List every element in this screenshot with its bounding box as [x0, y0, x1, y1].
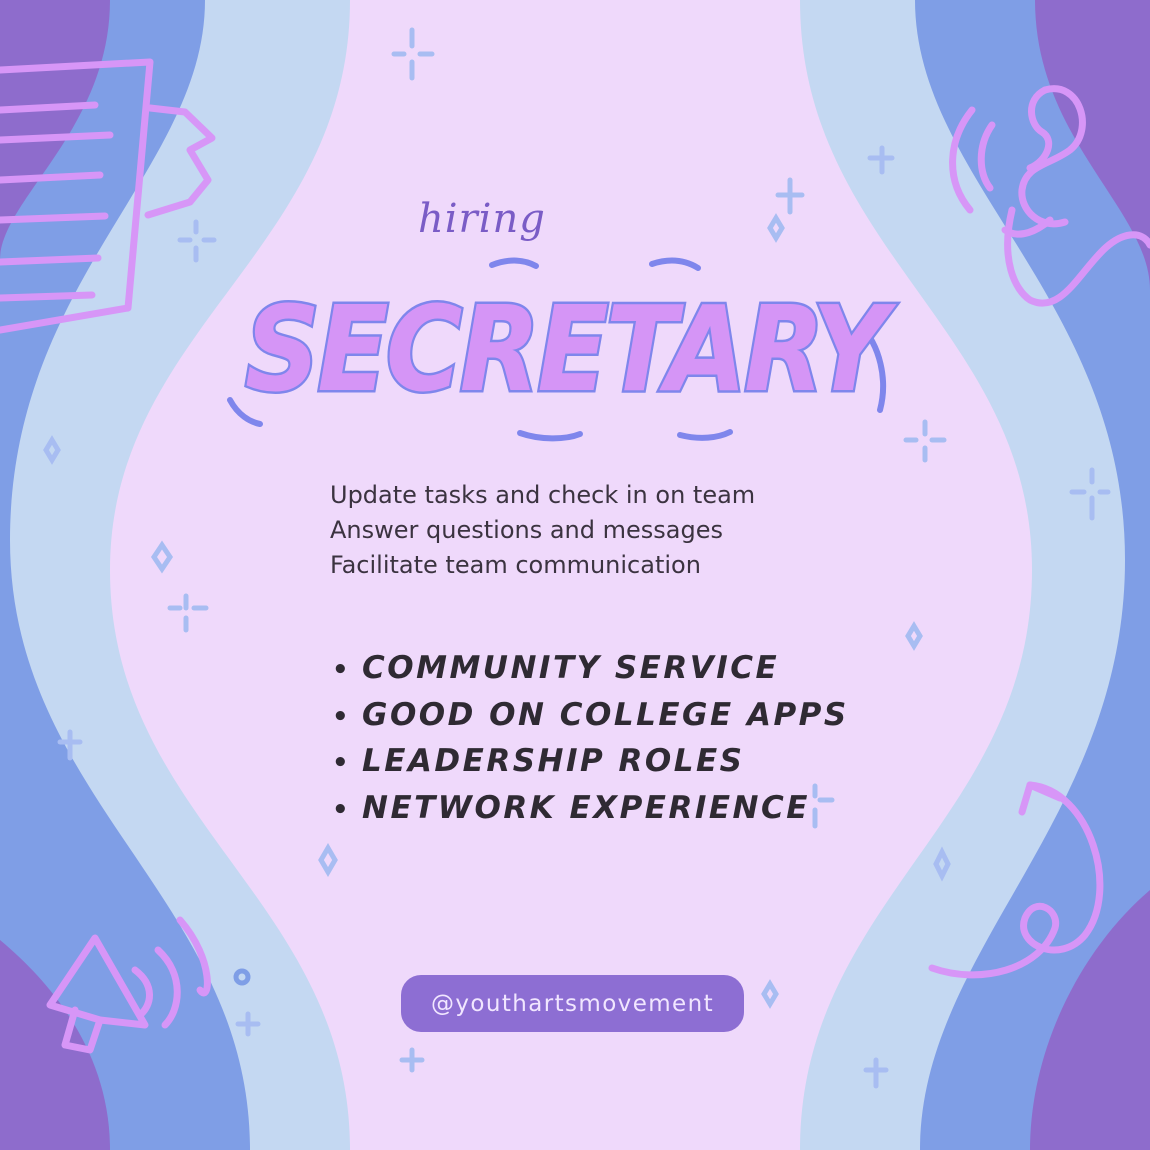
bullet-icon: • [332, 701, 352, 732]
social-handle-label: @youthartsmovement [431, 990, 714, 1017]
benefit-item: • COMMUNITY SERVICE [332, 646, 849, 693]
benefit-item: • LEADERSHIP ROLES [332, 739, 849, 786]
page-title: SECRETARY [227, 257, 902, 442]
benefit-item: • NETWORK EXPERIENCE [332, 786, 849, 833]
hiring-kicker: hiring [418, 196, 546, 242]
benefit-label: GOOD ON COLLEGE APPS [362, 696, 849, 733]
duty-line: Facilitate team communication [330, 551, 701, 579]
benefits-list: • COMMUNITY SERVICE • GOOD ON COLLEGE APPS… [332, 646, 849, 832]
title-text: SECRETARY [245, 280, 897, 418]
hiring-poster: hiring SECRETARY Update tasks and check … [0, 0, 1150, 1150]
bullet-icon: • [332, 748, 352, 778]
duties-list: Update tasks and check in on team Answer… [330, 478, 755, 583]
bullet-icon: • [332, 655, 352, 685]
duty-line: Answer questions and messages [330, 516, 723, 544]
social-handle-button[interactable]: @youthartsmovement [401, 975, 744, 1032]
benefit-label: COMMUNITY SERVICE [362, 650, 780, 686]
duty-line: Update tasks and check in on team [330, 481, 756, 509]
benefit-label: LEADERSHIP ROLES [362, 743, 745, 779]
benefit-label: NETWORK EXPERIENCE [362, 789, 810, 826]
bullet-icon: • [332, 794, 352, 825]
benefit-item: • GOOD ON COLLEGE APPS [332, 693, 849, 740]
